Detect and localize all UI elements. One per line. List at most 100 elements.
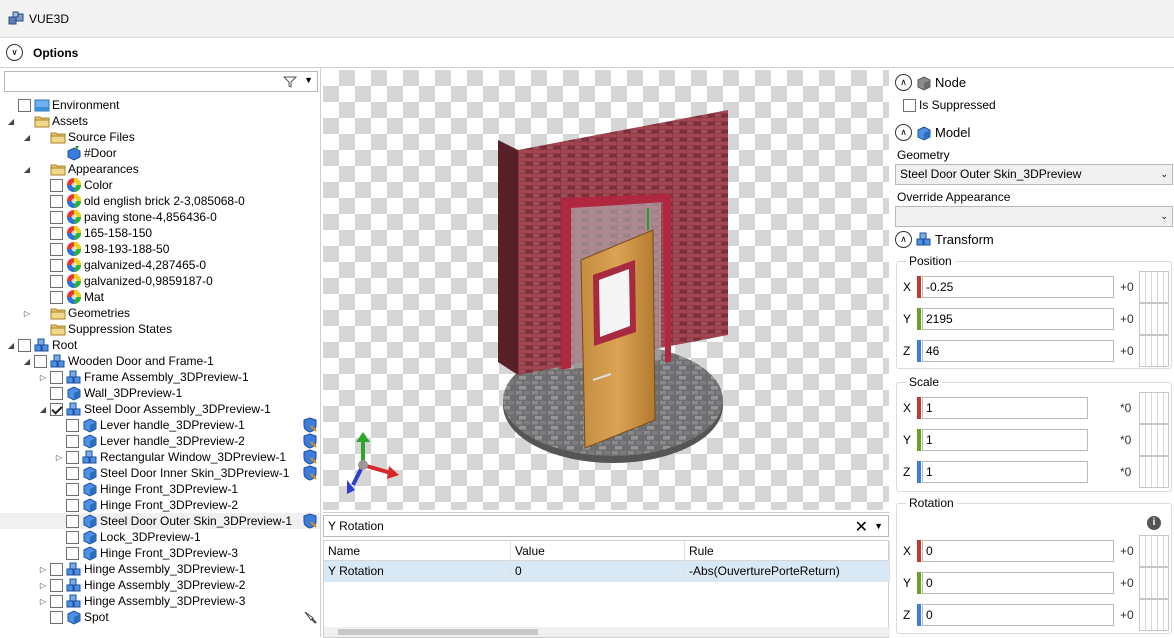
expand-toggle-icon[interactable]: ▷	[38, 581, 48, 590]
tree-item[interactable]: ▷ Geometries	[0, 305, 320, 321]
spotlight-icon[interactable]	[302, 609, 318, 625]
tree-item[interactable]: ◢ Root	[0, 337, 320, 353]
tree-item[interactable]: Environment	[0, 97, 320, 113]
rule-value-cell[interactable]: 0	[511, 561, 685, 581]
scale-y-input[interactable]: 1	[922, 429, 1088, 451]
expand-toggle-icon[interactable]: ◢	[22, 357, 32, 366]
tree-item[interactable]: ◢ Assets	[0, 113, 320, 129]
tree-item[interactable]: ◢ Wooden Door and Frame-1	[0, 353, 320, 369]
column-header-rule[interactable]: Rule	[685, 541, 890, 561]
tree-item[interactable]: ◢ Source Files	[0, 129, 320, 145]
tree-item-checkbox[interactable]	[66, 546, 79, 560]
options-collapse-button[interactable]: ∨	[6, 44, 23, 61]
tree-item[interactable]: Steel Door Outer Skin_3DPreview-1	[0, 513, 320, 529]
rotation-z-spinner[interactable]	[1139, 599, 1169, 631]
position-x-input[interactable]: -0.25	[922, 276, 1114, 298]
axis-gizmo[interactable]	[347, 432, 399, 494]
tree-item-checkbox[interactable]	[50, 194, 63, 208]
model-collapse-button[interactable]: ∧	[895, 124, 912, 141]
expand-toggle-icon[interactable]: ◢	[22, 165, 32, 174]
filter-dropdown-icon[interactable]: ▼	[304, 75, 313, 85]
expand-toggle-icon[interactable]: ◢	[38, 405, 48, 414]
tree-item[interactable]: Lever handle_3DPreview-1	[0, 417, 320, 433]
expand-toggle-icon[interactable]: ◢	[6, 117, 16, 126]
tree-item-checkbox[interactable]	[66, 434, 79, 448]
tree-item[interactable]: Hinge Front_3DPreview-3	[0, 545, 320, 561]
rotation-y-input[interactable]: 0	[922, 572, 1114, 594]
filter-icon[interactable]	[283, 75, 297, 89]
tree-item-checkbox[interactable]	[50, 178, 63, 192]
tree-item-checkbox[interactable]	[50, 610, 63, 624]
transform-section-header[interactable]: ∧ Transform	[895, 231, 994, 248]
tree-item[interactable]: Suppression States	[0, 321, 320, 337]
tree-item[interactable]: Hinge Front_3DPreview-1	[0, 481, 320, 497]
tree-item-checkbox[interactable]	[50, 290, 63, 304]
rule-expression-cell[interactable]: -Abs(OuverturePorteReturn)	[685, 561, 890, 581]
rules-grid-row[interactable]: Y Rotation 0 -Abs(OuverturePorteReturn)	[324, 561, 890, 582]
tree-item-checkbox[interactable]	[18, 338, 31, 352]
tree-item-checkbox[interactable]	[50, 242, 63, 256]
tree-item[interactable]: galvanized-0,9859187-0	[0, 273, 320, 289]
rotation-y-spinner[interactable]	[1139, 567, 1169, 599]
is-suppressed-checkbox[interactable]	[903, 98, 916, 112]
expand-toggle-icon[interactable]: ◢	[22, 133, 32, 142]
tree-item[interactable]: Color	[0, 177, 320, 193]
override-appearance-select[interactable]: ⌄	[895, 206, 1173, 227]
rule-badge-icon[interactable]	[302, 433, 318, 449]
tree-item-checkbox[interactable]	[50, 402, 63, 416]
tree-item-checkbox[interactable]	[50, 274, 63, 288]
expand-toggle-icon[interactable]: ▷	[54, 453, 64, 462]
tree-item-checkbox[interactable]	[66, 514, 79, 528]
expand-toggle-icon[interactable]: ▷	[38, 597, 48, 606]
tree-item-checkbox[interactable]	[50, 386, 63, 400]
tree-item[interactable]: ▷ Hinge Assembly_3DPreview-2	[0, 577, 320, 593]
tree-item-checkbox[interactable]	[50, 210, 63, 224]
position-z-spinner[interactable]	[1139, 335, 1169, 367]
tree-item-checkbox[interactable]	[66, 530, 79, 544]
clear-search-icon[interactable]: ✕	[855, 517, 868, 537]
rules-dropdown-icon[interactable]: ▼	[874, 521, 883, 531]
tree-item-checkbox[interactable]	[66, 450, 79, 464]
tree-item-checkbox[interactable]	[50, 594, 63, 608]
tree-item-checkbox[interactable]	[66, 466, 79, 480]
rules-search-input[interactable]: Y Rotation ✕ ▼	[323, 515, 889, 537]
column-header-value[interactable]: Value	[511, 541, 685, 561]
model-section-header[interactable]: ∧ Model	[895, 124, 970, 141]
rule-name-cell[interactable]: Y Rotation	[324, 561, 511, 581]
tree-item[interactable]: Steel Door Inner Skin_3DPreview-1	[0, 465, 320, 481]
tree-item[interactable]: 165-158-150	[0, 225, 320, 241]
tree-search-input[interactable]: ▼	[4, 71, 318, 92]
position-y-spinner[interactable]	[1139, 303, 1169, 335]
tree-item[interactable]: Lever handle_3DPreview-2	[0, 433, 320, 449]
rotation-x-input[interactable]: 0	[922, 540, 1114, 562]
tree-item-checkbox[interactable]	[50, 258, 63, 272]
tree-item[interactable]: ▷ Hinge Assembly_3DPreview-3	[0, 593, 320, 609]
position-z-input[interactable]: 46	[922, 340, 1114, 362]
tree-item[interactable]: ▷ Frame Assembly_3DPreview-1	[0, 369, 320, 385]
scrollbar-thumb[interactable]	[338, 629, 538, 635]
node-section-header[interactable]: ∧ Node	[895, 74, 966, 91]
rule-badge-icon[interactable]	[302, 465, 318, 481]
tree-item[interactable]: 198-193-188-50	[0, 241, 320, 257]
tree-item[interactable]: Hinge Front_3DPreview-2	[0, 497, 320, 513]
tree-item[interactable]: Lock_3DPreview-1	[0, 529, 320, 545]
tree-item-checkbox[interactable]	[50, 578, 63, 592]
tree-item-checkbox[interactable]	[50, 370, 63, 384]
tree-item[interactable]: ◢ Steel Door Assembly_3DPreview-1	[0, 401, 320, 417]
expand-toggle-icon[interactable]: ▷	[38, 373, 48, 382]
rule-badge-icon[interactable]	[302, 513, 318, 529]
tree-item-checkbox[interactable]	[66, 498, 79, 512]
geometry-select[interactable]: Steel Door Outer Skin_3DPreview ⌄	[895, 164, 1173, 185]
position-x-spinner[interactable]	[1139, 271, 1169, 303]
tree-item[interactable]: #Door	[0, 145, 320, 161]
tree-item-checkbox[interactable]	[50, 562, 63, 576]
tree-item[interactable]: ◢ Appearances	[0, 161, 320, 177]
tree-item[interactable]: paving stone-4,856436-0	[0, 209, 320, 225]
column-header-name[interactable]: Name	[324, 541, 511, 561]
scale-z-input[interactable]: 1	[922, 461, 1088, 483]
tree-item-checkbox[interactable]	[66, 418, 79, 432]
rule-badge-icon[interactable]	[302, 417, 318, 433]
rule-badge-icon[interactable]	[302, 449, 318, 465]
expand-toggle-icon[interactable]: ▷	[22, 309, 32, 318]
scale-z-spinner[interactable]	[1139, 456, 1169, 488]
